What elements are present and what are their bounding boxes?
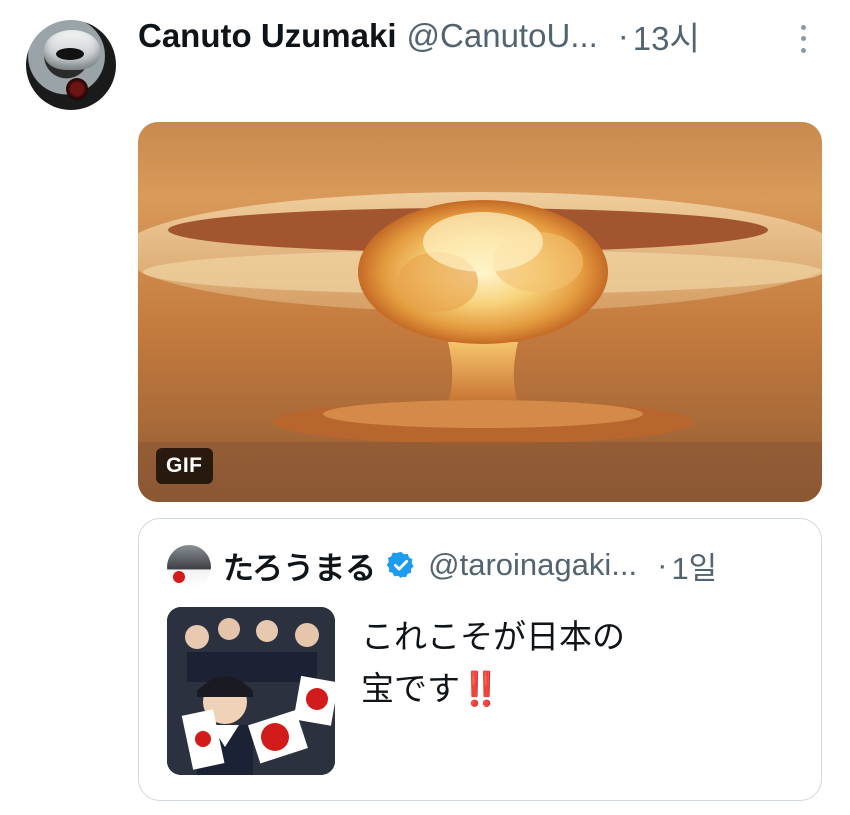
mushroom-cloud-explosion-image	[138, 192, 822, 502]
tweet-timestamp[interactable]: 13시	[633, 12, 700, 60]
quoted-tweet-timestamp[interactable]: 1일	[671, 543, 717, 588]
quoted-tweet-card[interactable]: たろうまる @taroinagaki... · 1일 これこそが日本の 宝です‼…	[138, 518, 822, 801]
quoted-text-line-2-main: 宝です	[361, 669, 460, 708]
mask-mouth	[66, 78, 88, 100]
verified-badge-icon	[386, 551, 414, 579]
quoted-tweet-header: たろうまる @taroinagaki... · 1일	[223, 543, 717, 587]
flag-icon	[173, 571, 185, 583]
quoted-text-line-2: 宝です‼️	[361, 663, 781, 715]
children-with-flags-image	[167, 607, 335, 775]
quoted-header-separator: ·	[657, 547, 668, 582]
double-exclamation-icon: ‼️	[460, 669, 502, 708]
header-separator: ·	[617, 17, 629, 54]
quoted-text-line-1: これこそが日本の	[361, 617, 625, 656]
author-avatar[interactable]	[26, 20, 116, 110]
mask-eye	[56, 48, 84, 60]
tweet-media-gif[interactable]: GIF	[138, 122, 822, 502]
tweet-header: Canuto Uzumaki @CanutoU... · 13시	[138, 14, 700, 58]
quoted-author-name[interactable]: たろうまる	[223, 543, 376, 588]
author-handle[interactable]: @CanutoU...	[407, 17, 598, 55]
gif-badge: GIF	[156, 448, 213, 484]
author-name[interactable]: Canuto Uzumaki	[138, 17, 397, 55]
quoted-tweet-thumbnail[interactable]	[167, 607, 335, 775]
quoted-author-avatar[interactable]	[167, 545, 211, 589]
quoted-tweet-text: これこそが日本の 宝です‼️	[361, 611, 781, 715]
more-vertical-icon[interactable]	[796, 22, 810, 56]
quoted-author-handle[interactable]: @taroinagaki...	[428, 547, 637, 583]
